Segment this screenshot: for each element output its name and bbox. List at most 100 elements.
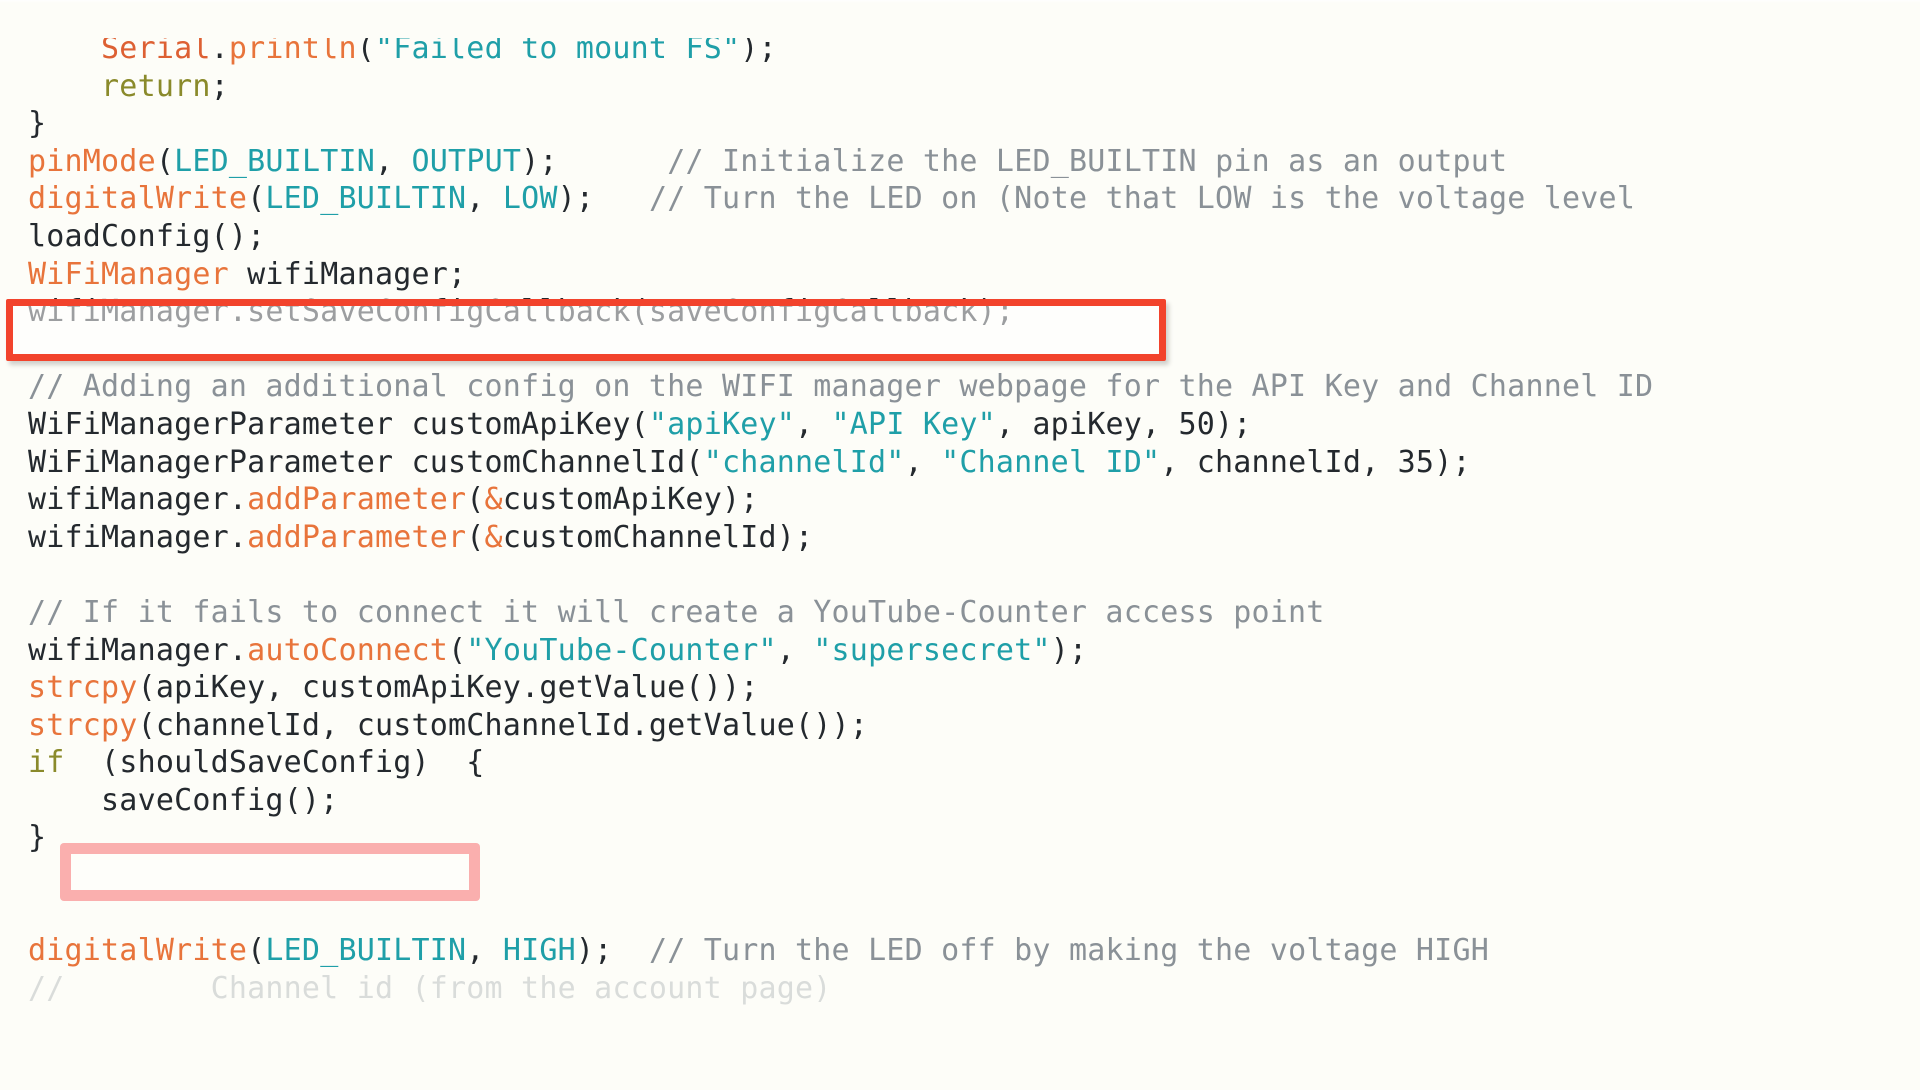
code-token: , (795, 406, 832, 442)
code-token: ); (740, 31, 777, 66)
line-comment-fails-connect: // If it fails to connect it will create… (0, 594, 1920, 632)
code-token: , (904, 444, 942, 480)
code-token: addParameter (247, 482, 467, 518)
code-token: WiFiManagerParameter customChannelId( (28, 444, 704, 480)
code-token: // Turn the LED on (Note that LOW is the… (648, 181, 1636, 217)
code-token: ( (155, 143, 175, 179)
line-setsaveconfigcallback: wifiManager.setSaveConfigCallback(saveCo… (0, 293, 1920, 331)
code-token: // If it fails to connect it will create… (28, 594, 1325, 630)
code-token: ( (356, 31, 375, 66)
code-token: "API Key" (831, 406, 996, 442)
code-token: , (466, 933, 503, 969)
line-addparameter-channelid: wifiManager.addParameter(&customChannelI… (0, 519, 1920, 557)
code-token: , (776, 632, 814, 668)
code-token: digitalWrite (28, 181, 248, 217)
code-token: ; (210, 68, 229, 104)
code-token: OUTPUT (411, 143, 522, 179)
code-token: WiFiManager (28, 256, 229, 292)
code-token: WiFiManagerParameter customApiKey( (28, 406, 649, 442)
line-digitalwrite-high: digitalWrite(LED_BUILTIN, HIGH); // Turn… (0, 932, 1920, 970)
code-token: ); (521, 143, 558, 179)
code-token: addParameter (247, 519, 467, 555)
code-token: ( (466, 519, 485, 555)
code-token: (shouldSaveConfig) { (64, 745, 485, 781)
code-token: ( (247, 933, 266, 969)
code-token: wifiManager; (228, 256, 467, 292)
line-autoconnect: wifiManager.autoConnect("YouTube-Counter… (0, 632, 1920, 670)
code-token: "Channel ID" (941, 444, 1161, 480)
code-token: , (466, 181, 503, 217)
line-blank-1 (0, 331, 1920, 369)
line-wifimanager-decl: WiFiManager wifiManager; (0, 256, 1920, 294)
line-serial-println: Serial.println("Failed to mount FS"); (0, 31, 1920, 68)
code-token: HIGH (502, 933, 576, 969)
code-token: println (228, 31, 357, 66)
code-token: return (101, 68, 211, 104)
code-token: . (210, 31, 229, 66)
code-token: , channelId, (1160, 444, 1398, 480)
code-token: LOW (502, 181, 558, 217)
code-token: & (484, 519, 503, 555)
code-token: "apiKey" (648, 406, 795, 442)
code-token: ); (1434, 444, 1471, 480)
code-token: // Channel id (from the account page) (28, 970, 832, 1006)
code-token: customApiKey); (502, 482, 759, 518)
line-partial-bottom: // Channel id (from the account page) (0, 970, 1920, 1008)
code-block[interactable]: Serial.println("Failed to mount FS"); re… (0, 30, 1920, 1007)
code-token: "channelId" (703, 444, 905, 480)
code-token: 50 (1178, 406, 1216, 442)
code-token: loadConfig(); (28, 218, 266, 254)
code-token: ); (1215, 406, 1252, 442)
code-token: "Failed to mount FS" (375, 31, 741, 66)
line-blank-2 (0, 556, 1920, 594)
code-token: ); (557, 181, 595, 217)
code-token: ); (575, 933, 613, 969)
line-param-apikey: WiFiManagerParameter customApiKey("apiKe… (0, 406, 1920, 444)
line-blank-4 (0, 895, 1920, 933)
line-addparameter-apikey: wifiManager.addParameter(&customApiKey); (0, 481, 1920, 519)
code-token: } (28, 820, 47, 856)
line-blank-3 (0, 857, 1920, 895)
line-param-channelid: WiFiManagerParameter customChannelId("ch… (0, 444, 1920, 482)
top-edge-fade (0, 0, 1920, 3)
code-token: wifiManager. (28, 482, 248, 518)
code-token: wifiManager. (28, 519, 248, 555)
code-token: // Initialize the LED_BUILTIN pin as an … (667, 143, 1508, 179)
code-token: 35 (1397, 444, 1435, 480)
code-token: "supersecret" (813, 632, 1051, 668)
line-saveconfig-call: saveConfig(); (0, 782, 1920, 820)
code-token: strcpy (28, 707, 138, 743)
code-token: } (28, 106, 47, 142)
code-token: autoConnect (247, 632, 449, 668)
code-token: wifiManager. (28, 632, 248, 668)
line-strcpy-channelid: strcpy(channelId, customChannelId.getVal… (0, 707, 1920, 745)
code-token: ( (247, 181, 266, 217)
code-screenshot-page: Serial.println("Failed to mount FS"); re… (0, 0, 1920, 1090)
code-token: LED_BUILTIN (265, 933, 467, 969)
code-token: ); (1050, 632, 1088, 668)
line-close-brace-2: } (0, 819, 1920, 857)
code-token: (apiKey, customApiKey.getValue()); (137, 670, 759, 706)
code-token: digitalWrite (28, 933, 248, 969)
code-token: Serial (101, 31, 211, 66)
line-digitalwrite-low: digitalWrite(LED_BUILTIN, LOW); // Turn … (0, 180, 1920, 218)
line-comment-adding-config: // Adding an additional config on the WI… (0, 368, 1920, 406)
code-token: pinMode (28, 143, 156, 179)
line-close-brace-1: } (0, 105, 1920, 143)
line-loadconfig: loadConfig(); (0, 218, 1920, 256)
code-token: LED_BUILTIN (265, 181, 467, 217)
code-token: // Adding an additional config on the WI… (28, 369, 1654, 405)
line-pinmode: pinMode(LED_BUILTIN, OUTPUT); // Initial… (0, 143, 1920, 181)
code-token: saveConfig(); (28, 782, 339, 818)
bottom-edge-fade (0, 1076, 1920, 1090)
code-token: strcpy (28, 670, 138, 706)
